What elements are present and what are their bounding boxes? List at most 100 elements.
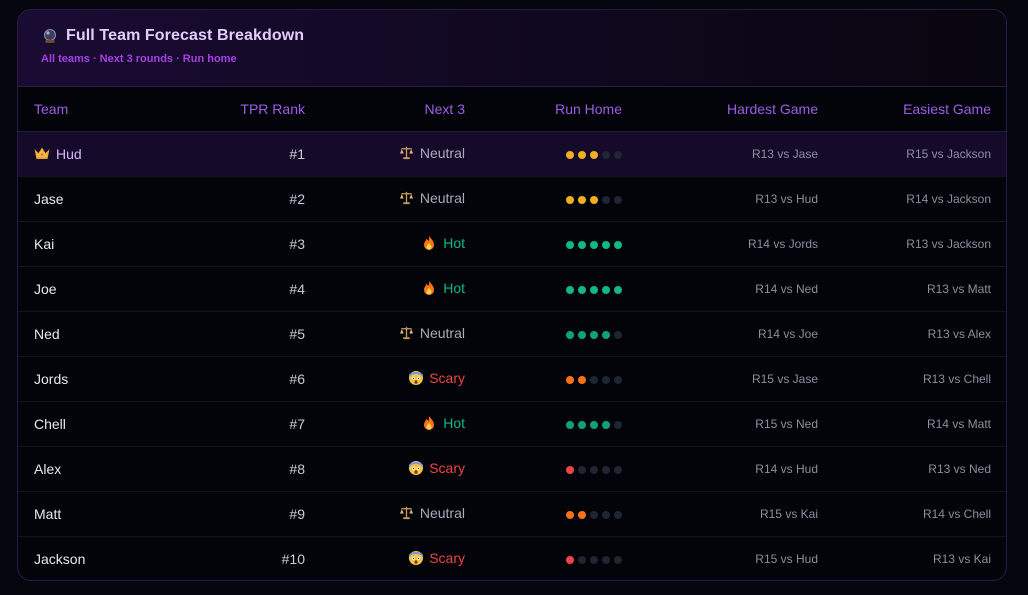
- table-row[interactable]: Jackson #10 Scary R15 vs Hud R13 vs Kai: [18, 537, 1006, 581]
- rating-dot-empty: [614, 466, 622, 475]
- cell-team: Jords: [18, 356, 181, 402]
- column-header-team[interactable]: Team: [18, 87, 181, 132]
- rating-dot-empty: [614, 151, 622, 160]
- run-home-rating: [566, 466, 622, 475]
- rating-dot-filled: [590, 241, 598, 250]
- cell-run-home: [465, 176, 622, 222]
- table-row[interactable]: Jase #2 Neutral R13 vs Hud R14 vs Jackson: [18, 176, 1006, 222]
- crown-icon: [34, 146, 50, 160]
- rating-dot-filled: [602, 421, 610, 430]
- rating-dot-filled: [578, 241, 586, 250]
- status-label: Scary: [429, 459, 465, 476]
- rating-dot-empty: [602, 466, 610, 475]
- rating-dot-filled: [566, 466, 574, 475]
- run-home-rating: [566, 376, 622, 385]
- rating-dot-filled: [578, 151, 586, 160]
- status-badge: Hot: [422, 415, 465, 431]
- rating-dot-empty: [614, 376, 622, 385]
- team-name: Hud: [56, 146, 82, 162]
- forecast-table: Team TPR Rank Next 3 Run Home Hardest Ga…: [18, 87, 1006, 581]
- table-row[interactable]: Ned #5 Neutral R14 vs Joe R13 vs Alex: [18, 311, 1006, 357]
- fire-icon: [422, 280, 438, 296]
- status-label: Neutral: [419, 190, 465, 206]
- column-header-tpr-rank[interactable]: TPR Rank: [181, 87, 305, 132]
- table-body: Hud #1 Neutral R13 vs Jase R15 vs Jackson Jas…: [18, 131, 1006, 581]
- rating-dot-filled: [578, 286, 586, 295]
- cell-hardest-game: R13 vs Hud: [622, 176, 818, 222]
- rating-dot-empty: [602, 151, 610, 160]
- team-name: Chell: [34, 416, 66, 432]
- cell-tpr-rank: #6: [181, 356, 305, 402]
- rating-dot-filled: [566, 376, 574, 385]
- column-header-hardest-game[interactable]: Hardest Game: [622, 87, 818, 132]
- cell-next-3: Hot: [305, 266, 465, 312]
- card-header: Full Team Forecast Breakdown All teams ·…: [18, 10, 1006, 87]
- rating-dot-empty: [590, 466, 598, 475]
- rating-dot-filled: [566, 196, 574, 205]
- table-row[interactable]: Joe #4 Hot R14 vs Ned R13 vs Matt: [18, 266, 1006, 312]
- page-subtitle: All teams · Next 3 rounds · Run home: [41, 53, 237, 65]
- cell-tpr-rank: #7: [181, 401, 305, 447]
- cell-run-home: [465, 266, 622, 312]
- rating-dot-filled: [566, 556, 574, 565]
- cell-easiest-game: R14 vs Matt: [818, 401, 1006, 447]
- screaming-face-icon: [408, 370, 424, 386]
- run-home-rating: [566, 241, 622, 250]
- status-label: Neutral: [419, 145, 465, 161]
- table-row[interactable]: Chell #7 Hot R15 vs Ned R14 vs Matt: [18, 401, 1006, 447]
- cell-run-home: [465, 131, 622, 177]
- rating-dot-empty: [590, 556, 598, 565]
- column-header-run-home[interactable]: Run Home: [465, 87, 622, 132]
- column-header-easiest-game[interactable]: Easiest Game: [818, 87, 1006, 132]
- cell-hardest-game: R14 vs Jords: [622, 221, 818, 267]
- run-home-rating: [566, 196, 622, 205]
- rating-dot-filled: [566, 331, 574, 340]
- table-row[interactable]: Matt #9 Neutral R15 vs Kai R14 vs Chell: [18, 491, 1006, 537]
- cell-hardest-game: R15 vs Jase: [622, 356, 818, 402]
- cell-run-home: [465, 311, 622, 357]
- status-badge: Neutral: [399, 190, 465, 206]
- title-row: Full Team Forecast Breakdown: [42, 27, 982, 45]
- rating-dot-filled: [614, 286, 622, 295]
- run-home-rating: [566, 286, 622, 295]
- rating-dot-filled: [578, 331, 586, 340]
- cell-next-3: Hot: [305, 401, 465, 447]
- table-row[interactable]: Hud #1 Neutral R13 vs Jase R15 vs Jackson: [18, 131, 1006, 177]
- balance-scale-icon: [399, 505, 415, 521]
- cell-hardest-game: R15 vs Hud: [755, 552, 818, 566]
- rating-dot-empty: [590, 376, 598, 385]
- cell-easiest-game: R14 vs Chell: [818, 491, 1006, 537]
- cell-team: Hud: [18, 131, 181, 177]
- cell-run-home: [465, 221, 622, 267]
- table-row[interactable]: Jords #6 Scary R15 vs Jase R13 vs Chell: [18, 356, 1006, 402]
- cell-team: Jackson: [18, 537, 181, 581]
- cell-hardest-game: R15 vs Ned: [622, 401, 818, 447]
- crystal-ball-icon: [42, 28, 58, 44]
- status-label: Hot: [443, 234, 465, 251]
- table-row[interactable]: Alex #8 Scary R14 vs Hud R13 vs Ned: [18, 446, 1006, 492]
- rating-dot-filled: [602, 286, 610, 295]
- run-home-rating: [566, 421, 622, 430]
- cell-hardest-game: R15 vs Kai: [622, 491, 818, 537]
- cell-tpr-rank: #5: [181, 311, 305, 357]
- rating-dot-filled: [566, 241, 574, 250]
- rating-dot-empty: [614, 556, 622, 565]
- team-name: Jase: [34, 191, 64, 207]
- fire-icon: [422, 415, 438, 431]
- rating-dot-filled: [578, 196, 586, 205]
- cell-tpr-rank: #2: [181, 176, 305, 222]
- rating-dot-filled: [590, 151, 598, 160]
- cell-team: Matt: [18, 491, 181, 537]
- screaming-face-icon: [408, 460, 424, 476]
- cell-tpr-rank: #4: [181, 266, 305, 312]
- cell-next-3: Scary: [305, 356, 465, 402]
- rating-dot-filled: [566, 421, 574, 430]
- cell-team: Chell: [18, 401, 181, 447]
- table-row[interactable]: Kai #3 Hot R14 vs Jords R13 vs Jackson: [18, 221, 1006, 267]
- cell-run-home: [465, 356, 622, 402]
- cell-next-3: Neutral: [305, 131, 465, 177]
- rating-dot-filled: [566, 511, 574, 520]
- column-header-next-3[interactable]: Next 3: [305, 87, 465, 132]
- rating-dot-filled: [602, 331, 610, 340]
- status-badge: Hot: [422, 235, 465, 251]
